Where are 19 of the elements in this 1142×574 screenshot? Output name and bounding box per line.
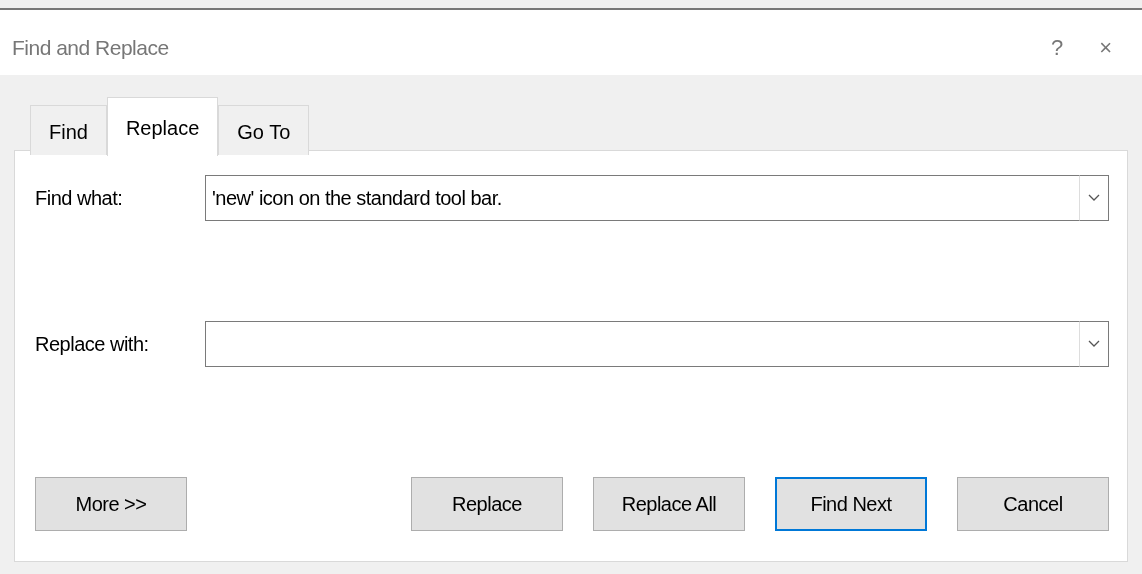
dialog-button[interactable]: More >>	[35, 477, 187, 531]
dialog-button[interactable]: Replace	[411, 477, 563, 531]
chevron-down-icon	[1088, 194, 1100, 202]
help-button[interactable]: ?	[1032, 31, 1082, 64]
dropdown-button[interactable]	[1079, 175, 1109, 221]
dialog-button[interactable]: Cancel	[957, 477, 1109, 531]
dialog-button[interactable]: Find Next	[775, 477, 927, 531]
dialog-button[interactable]: Replace All	[593, 477, 745, 531]
field-label: Replace with:	[35, 332, 150, 357]
input-field[interactable]	[205, 321, 1079, 367]
field-label: Find what:	[35, 186, 124, 211]
tab[interactable]: Replace	[106, 97, 219, 156]
tab[interactable]: Find	[30, 105, 107, 155]
tab[interactable]: Go To	[218, 105, 310, 155]
window-title: Find and Replace	[12, 34, 170, 61]
close-button[interactable]: ×	[1081, 31, 1130, 64]
chevron-down-icon	[1088, 340, 1100, 348]
dropdown-button[interactable]	[1079, 321, 1109, 367]
input-field[interactable]: 'new' icon on the standard tool bar.	[205, 175, 1079, 221]
